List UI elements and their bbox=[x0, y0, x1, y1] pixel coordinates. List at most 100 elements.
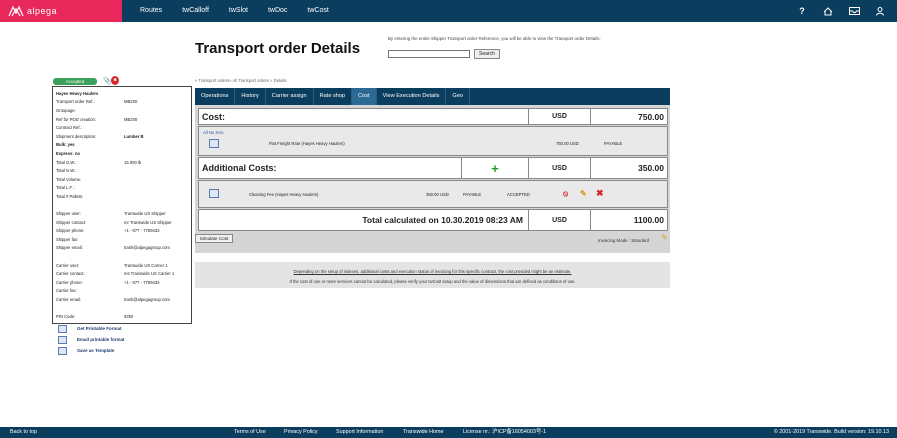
all-no-zero-link[interactable]: All No zero bbox=[203, 130, 223, 135]
delete-icon[interactable]: ✖ bbox=[596, 188, 604, 199]
detail-key: Shipper phone: bbox=[56, 228, 85, 234]
link-label: Email printable format bbox=[77, 337, 125, 342]
detail-value: 15.000 lb bbox=[124, 159, 142, 165]
detail-key: Bulk: yes bbox=[56, 142, 75, 148]
detail-key: Shipper user: bbox=[56, 211, 81, 217]
nav-twdoc[interactable]: twDoc bbox=[258, 0, 297, 22]
search-button[interactable]: Search bbox=[474, 49, 500, 59]
user-icon[interactable] bbox=[867, 0, 893, 22]
detail-row: Shipper phone: +1 - 877 - 7789433 bbox=[56, 227, 188, 236]
detail-row: PIN Code: 9250 bbox=[56, 312, 188, 321]
estimate-note[interactable]: Depending on the setup of indexes, addit… bbox=[195, 269, 670, 274]
template-icon bbox=[58, 346, 67, 355]
email-printable-format-link[interactable]: Email printable format bbox=[58, 335, 125, 344]
detail-key: Contract Ref.: bbox=[56, 125, 82, 131]
detail-key: Shipment description: bbox=[56, 133, 97, 139]
simulate-cost-button[interactable]: Simulate Cost bbox=[195, 234, 233, 243]
tab-carrier-assign[interactable]: Carrier assign bbox=[266, 88, 314, 105]
edit-invoicing-icon[interactable]: ✎ bbox=[661, 233, 668, 242]
tab-history[interactable]: History bbox=[235, 88, 266, 105]
home-icon[interactable] bbox=[815, 0, 841, 22]
save-as-template-link[interactable]: Save as Template bbox=[58, 346, 114, 355]
search-hint: By entering the entire Shipper Transport… bbox=[388, 36, 601, 41]
detail-row: Shipment description: Lumber B bbox=[56, 132, 188, 141]
detail-key: Shipper fax: bbox=[56, 236, 79, 242]
back-to-top-link[interactable]: Back to top bbox=[10, 427, 37, 438]
detail-row: Bulk: yes bbox=[56, 141, 188, 150]
nav-twslot[interactable]: twSlot bbox=[219, 0, 258, 22]
footer-privacy-link[interactable]: Privacy Policy bbox=[284, 427, 318, 438]
search-input[interactable] bbox=[388, 50, 470, 58]
detail-spacer bbox=[56, 304, 188, 313]
detail-key: Total Volume: bbox=[56, 176, 82, 182]
cost-line-amount: 750.00 USD bbox=[556, 141, 579, 146]
top-nav-bar: alpega Routes twCalloff twSlot twDoc twC… bbox=[0, 0, 897, 22]
detail-row: Transport order Ref.: MB200 bbox=[56, 98, 188, 107]
cost-header-row: Cost: USD 750.00 bbox=[198, 108, 668, 125]
total-label: Total calculated on 10.30.2019 08:23 AM bbox=[199, 210, 529, 230]
reject-icon[interactable]: ⦸ bbox=[563, 189, 568, 199]
tab-cost[interactable]: Cost bbox=[352, 88, 377, 105]
detail-row: Express: no bbox=[56, 149, 188, 158]
invoicing-mode: Invoicing Mode : Standard bbox=[598, 238, 650, 243]
detail-value: MB200 bbox=[124, 116, 138, 122]
footer-support-link[interactable]: Support Information bbox=[336, 427, 383, 438]
detail-spacer bbox=[56, 201, 188, 210]
detail-spacer bbox=[56, 252, 188, 261]
cost-label: Cost: bbox=[199, 109, 529, 124]
order-details-panel: Hayes Heavy Haulers Transport order Ref.:… bbox=[52, 86, 192, 324]
additional-line-thumbnail-icon[interactable] bbox=[209, 189, 219, 198]
footer-transwide-home-link[interactable]: Transwide Home bbox=[403, 427, 444, 438]
tab-view-execution-details[interactable]: View Execution Details bbox=[377, 88, 447, 105]
breadcrumb[interactable]: » Transport orders» All Transport orders… bbox=[195, 78, 286, 83]
detail-row: Total G.W.: 15.000 lb bbox=[56, 158, 188, 167]
footer-license-text: License nr.: 沪ICP备16054003号-1 bbox=[463, 429, 547, 435]
detail-row: Carrier phone: +1 - 877 - 7789433 bbox=[56, 278, 188, 287]
page: alpega Routes twCalloff twSlot twDoc twC… bbox=[0, 0, 897, 438]
tab-operations[interactable]: Operations bbox=[195, 88, 236, 105]
edit-icon[interactable]: ✎ bbox=[580, 189, 587, 198]
detail-key: Hayes Heavy Haulers bbox=[56, 90, 99, 96]
add-cost-button[interactable]: + bbox=[462, 158, 529, 178]
additional-currency: USD bbox=[529, 158, 591, 178]
nav-twcost[interactable]: twCost bbox=[297, 0, 338, 22]
cost-line-description: Flat Freight Rate (Hayes Heavy Haulers) bbox=[269, 141, 345, 146]
help-icon[interactable]: ? bbox=[789, 0, 815, 22]
pdf-icon[interactable]: ■ bbox=[111, 76, 119, 85]
inbox-icon[interactable] bbox=[841, 0, 867, 22]
detail-row: Shipper contact: mr Transwide US Shipper bbox=[56, 218, 188, 227]
tab-rate-shop[interactable]: Rate shop bbox=[314, 88, 353, 105]
alpega-logo[interactable]: alpega bbox=[0, 0, 122, 22]
detail-key: Total # Pallets: bbox=[56, 193, 84, 199]
detail-value: 9250 bbox=[124, 314, 134, 320]
tab-geo[interactable]: Geo bbox=[446, 88, 470, 105]
nav-twcalloff[interactable]: twCalloff bbox=[172, 0, 219, 22]
detail-row: Shipper user: Transwide US Shipper bbox=[56, 209, 188, 218]
get-printable-format-link[interactable]: Get Printable Format bbox=[58, 324, 122, 333]
detail-key: PIN Code: bbox=[56, 314, 76, 320]
nav-routes[interactable]: Routes bbox=[130, 0, 172, 22]
detail-key: Carrier email: bbox=[56, 297, 82, 303]
detail-key: Total G.W.: bbox=[56, 159, 77, 165]
additional-costs-header-row: Additional Costs: + USD 350.00 bbox=[198, 157, 668, 179]
detail-key: Groupage: bbox=[56, 107, 76, 113]
detail-row: Total L.F. : bbox=[56, 184, 188, 193]
detail-row: Ref for POD creation: MB200 bbox=[56, 115, 188, 124]
detail-key: Shipper email: bbox=[56, 245, 83, 251]
additional-line-row: Cleaning Fee (Hayes Heavy Haulers) 350.0… bbox=[198, 180, 668, 208]
top-icons: ? bbox=[789, 0, 893, 22]
footer-terms-link[interactable]: Terms of Use bbox=[234, 427, 266, 438]
logo-mark-icon bbox=[8, 5, 24, 17]
detail-row: Groupage: bbox=[56, 106, 188, 115]
main-nav: Routes twCalloff twSlot twDoc twCost bbox=[122, 0, 339, 22]
cost-notes: Depending on the setup of indexes, addit… bbox=[195, 262, 670, 288]
detail-key: Ref for POD creation: bbox=[56, 116, 97, 122]
detail-row: Shipper fax: bbox=[56, 235, 188, 244]
detail-value: trash@alpegagroup.com bbox=[124, 297, 170, 303]
detail-key: Transport order Ref.: bbox=[56, 99, 95, 105]
additional-amount: 350.00 bbox=[638, 163, 664, 173]
email-icon bbox=[58, 335, 67, 344]
additional-line-description: Cleaning Fee (Hayes Heavy Haulers) bbox=[249, 192, 319, 197]
cost-line-thumbnail-icon[interactable] bbox=[209, 139, 219, 148]
cost-line-status: PAYABLE bbox=[604, 141, 623, 146]
